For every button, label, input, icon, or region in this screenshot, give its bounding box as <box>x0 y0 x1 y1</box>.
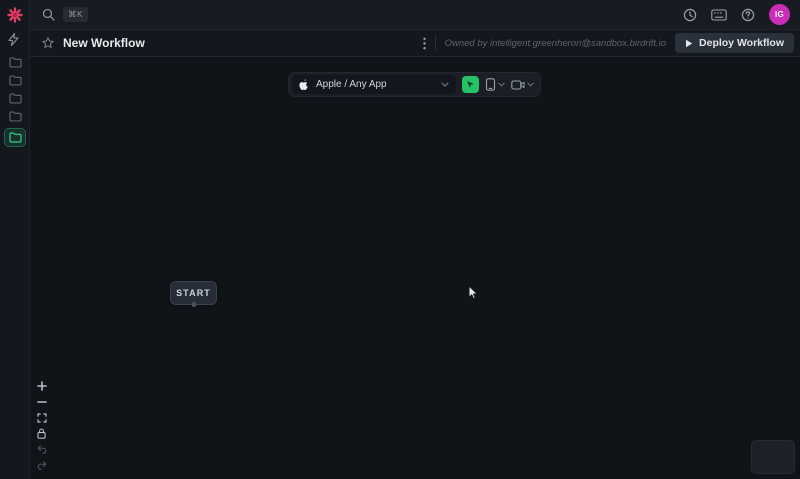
workflow-canvas[interactable]: Apple / Any App <box>30 57 800 479</box>
user-avatar[interactable]: IG <box>769 4 790 25</box>
device-dropdown[interactable] <box>485 78 505 91</box>
start-node[interactable]: START <box>170 281 217 305</box>
history-button[interactable] <box>683 8 697 22</box>
sidebar-item-folder-3[interactable] <box>0 90 30 107</box>
redo-icon <box>37 461 47 470</box>
camera-dropdown[interactable] <box>511 80 534 90</box>
redo-button[interactable] <box>34 459 49 472</box>
deploy-workflow-button[interactable]: Deploy Workflow <box>675 33 794 53</box>
interact-icon <box>466 80 475 89</box>
fit-view-button[interactable] <box>34 411 49 424</box>
fit-view-icon <box>37 413 47 423</box>
app-window: ⌘K <box>0 0 800 479</box>
plus-icon <box>37 381 47 391</box>
workflow-header: New Workflow Owned by intelligent.greenh… <box>30 30 800 57</box>
chevron-down-icon <box>527 82 534 87</box>
topbar-actions: IG <box>683 4 800 25</box>
zoom-in-button[interactable] <box>34 379 49 392</box>
zoom-out-button[interactable] <box>34 395 49 408</box>
lock-icon <box>37 428 46 439</box>
star-icon <box>42 37 54 49</box>
sidebar <box>0 0 30 479</box>
workflow-header-actions: Owned by intelligent.greenheron@sandbox.… <box>423 33 800 53</box>
app-logo[interactable] <box>0 0 30 30</box>
sidebar-item-workflows[interactable] <box>0 31 26 47</box>
mouse-cursor <box>468 285 479 301</box>
cursor-arrow-icon <box>468 285 479 301</box>
interact-mode-button[interactable] <box>462 76 479 93</box>
folder-icon-active <box>9 132 22 143</box>
canvas-toolbar: Apple / Any App <box>288 72 541 97</box>
folder-icon <box>9 93 22 104</box>
kebab-menu-icon <box>423 37 426 50</box>
sidebar-item-folder-4[interactable] <box>0 108 30 125</box>
minimap[interactable] <box>751 440 795 474</box>
device-icon <box>485 78 496 91</box>
topbar: ⌘K <box>30 0 800 30</box>
folder-icon <box>9 57 22 68</box>
play-icon <box>685 39 693 48</box>
workflow-menu-button[interactable] <box>423 37 426 50</box>
chevron-down-icon <box>498 82 505 87</box>
sidebar-item-folder-1[interactable] <box>0 54 30 71</box>
minus-icon <box>37 397 47 407</box>
folder-icon <box>9 75 22 86</box>
camera-icon <box>511 80 525 90</box>
chevron-down-icon <box>441 82 449 87</box>
sidebar-item-folder-active[interactable] <box>4 128 26 147</box>
search-icon <box>42 8 55 21</box>
sidebar-item-folder-2[interactable] <box>0 72 30 89</box>
owner-text: Owned by intelligent.greenheron@sandbox.… <box>445 38 666 49</box>
favorite-button[interactable] <box>42 37 54 49</box>
canvas-controls <box>34 379 49 472</box>
keyboard-icon <box>711 9 727 21</box>
keyboard-shortcuts-button[interactable] <box>711 9 727 21</box>
sidebar-folder-list <box>0 54 30 147</box>
divider <box>435 36 436 50</box>
app-selector-dropdown[interactable]: Apple / Any App <box>292 75 456 94</box>
node-connection-handle[interactable] <box>191 302 196 307</box>
folder-icon <box>9 111 22 122</box>
avatar-initials: IG <box>775 10 784 19</box>
app-selector-label: Apple / Any App <box>316 79 434 90</box>
search-shortcut-badge: ⌘K <box>63 7 88 22</box>
undo-icon <box>37 445 47 454</box>
workflow-title: New Workflow <box>63 36 145 50</box>
help-icon <box>741 8 755 22</box>
search-input[interactable]: ⌘K <box>30 7 683 22</box>
history-icon <box>683 8 697 22</box>
help-button[interactable] <box>741 8 755 22</box>
asterisk-logo-icon <box>7 7 23 23</box>
apple-icon <box>299 79 309 91</box>
deploy-button-label: Deploy Workflow <box>699 37 784 49</box>
undo-button[interactable] <box>34 443 49 456</box>
lock-button[interactable] <box>34 427 49 440</box>
start-node-label: START <box>176 288 211 298</box>
bolt-icon <box>8 33 19 46</box>
